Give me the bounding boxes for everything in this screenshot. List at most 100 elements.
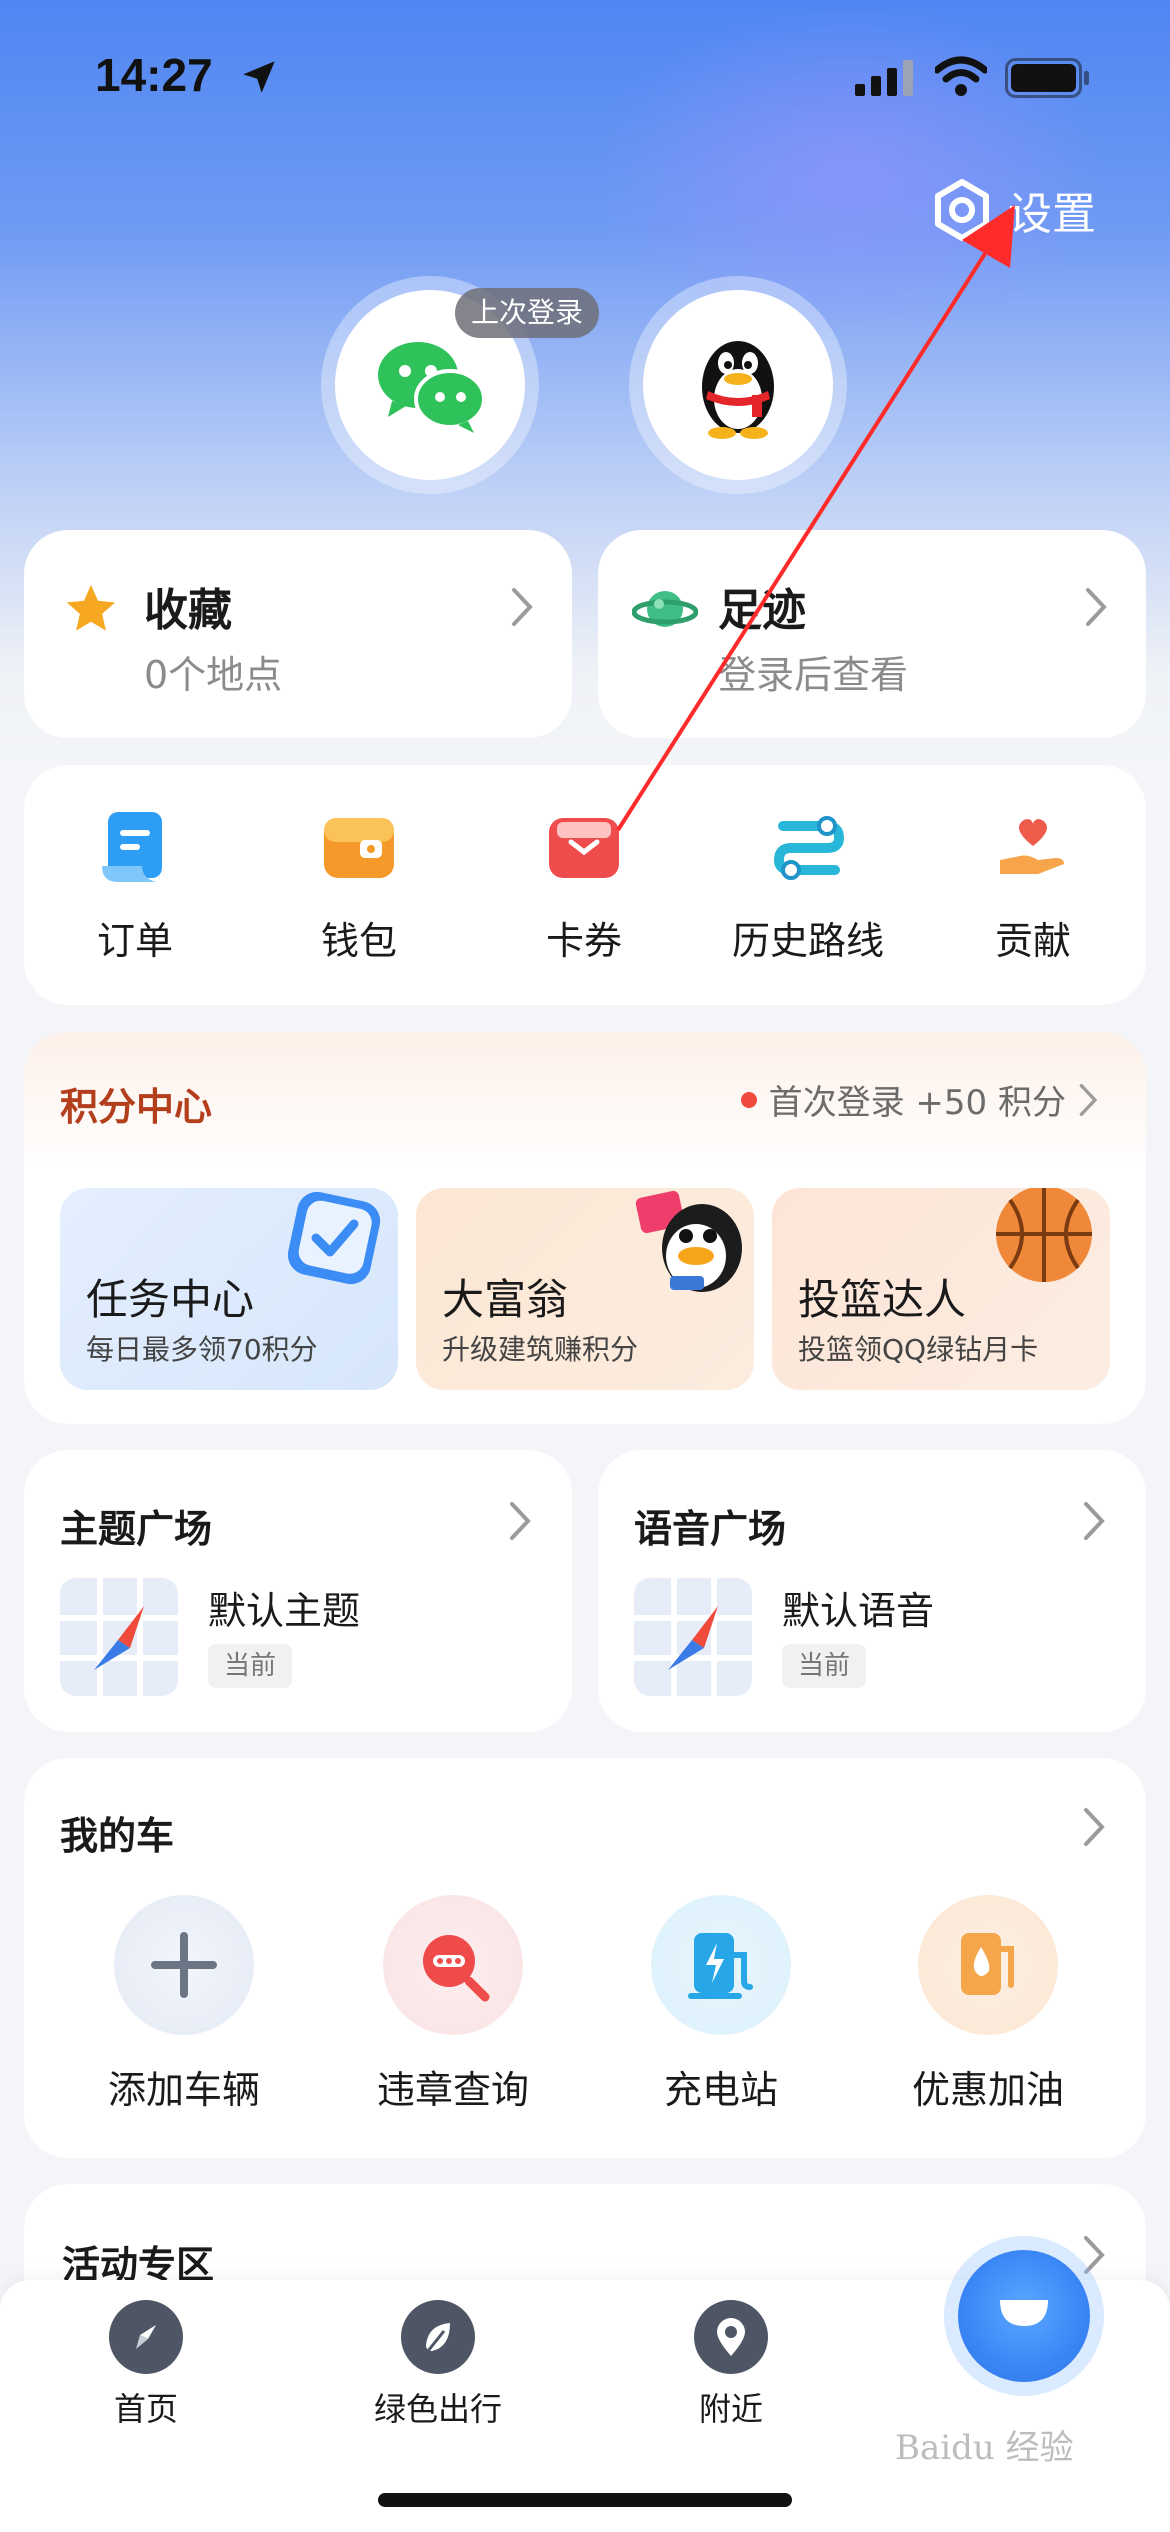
settings-button[interactable]: 设置 [930,175,1096,245]
tile-subtitle: 升级建筑赚积分 [442,1333,639,1366]
checkmark-badge-icon [287,1191,381,1285]
quick-action-coupon[interactable]: 卡券 [484,808,684,965]
chevron-right-icon [510,1502,531,1540]
quick-action-label: 钱包 [320,919,397,963]
wifi-icon [935,56,987,96]
tab-home[interactable]: 首页 [46,2300,246,2430]
car-item-label: 充电站 [663,2068,778,2112]
points-promo[interactable]: 首次登录 +50 积分 [740,1075,1100,1124]
current-tag: 当前 [208,1644,292,1688]
tile-subtitle: 投篮领QQ绿钻月卡 [798,1333,1039,1366]
contribute-icon [1000,819,1064,874]
monopoly-tile[interactable]: 大富翁 升级建筑赚积分 [416,1188,754,1390]
favorites-subtitle: 0个地点 [144,653,283,697]
footprint-title: 足迹 [718,585,806,636]
tile-subtitle: 每日最多领70积分 [86,1333,318,1366]
favorites-card[interactable]: 收藏 0个地点 [24,530,572,738]
wechat-icon [378,342,486,433]
planet-icon [632,591,698,627]
quick-action-label: 订单 [96,919,173,963]
baidu-watermark: Baidu 经验 [895,2428,1074,2468]
qq-penguin-icon [702,341,774,439]
tab-label: 首页 [113,2390,178,2428]
voice-assistant-button[interactable] [958,2250,1090,2382]
quick-action-label: 卡券 [545,919,622,963]
theme-thumbnail [60,1578,178,1696]
fuel-icon [961,1933,1014,1995]
leaf-icon-wrap [401,2300,475,2374]
footprint-subtitle: 登录后查看 [718,653,909,697]
car-item-label: 优惠加油 [911,2068,1064,2112]
task-center-tile[interactable]: 任务中心 每日最多领70积分 [60,1188,398,1390]
last-login-badge: 上次登录 [455,288,600,338]
charging-station-icon [688,1933,753,1999]
settings-label: 设置 [1008,189,1096,240]
leaf-icon [426,2323,450,2352]
home-indicator[interactable] [378,2493,792,2507]
theme-name: 默认主题 [208,1589,361,1633]
violation-circle [383,1895,523,2035]
quick-action-wallet[interactable]: 钱包 [259,808,459,965]
favorites-title: 收藏 [144,585,232,636]
my-car-title[interactable]: 我的车 [60,1805,174,1860]
chevron-right-icon [1084,1502,1105,1540]
battery-icon [1005,58,1089,98]
location-arrow-icon [243,61,275,93]
red-dot [740,1091,757,1108]
compass-needle-icon [634,1578,752,1696]
chevron-right-icon [1086,588,1107,626]
chevron-right-icon [512,588,533,626]
location-pin-icon [717,2318,745,2356]
tab-green-travel[interactable]: 绿色出行 [338,2300,538,2430]
tab-label: 附近 [698,2390,763,2428]
add-vehicle-circle [114,1895,254,2035]
quick-action-order[interactable]: 订单 [35,808,235,965]
fuel-discount-button[interactable]: 优惠加油 [868,1895,1108,2114]
footprint-card[interactable]: 足迹 登录后查看 [598,530,1146,738]
status-time: 14:27 [95,49,213,101]
points-center-title[interactable]: 积分中心 [60,1076,212,1131]
fuel-circle [918,1895,1058,2035]
order-icon [102,812,162,882]
status-bar: 14:27 [0,0,1170,150]
add-vehicle-button[interactable]: 添加车辆 [64,1895,304,2114]
chevron-right-icon [1079,1083,1098,1116]
theme-square-title: 主题广场 [60,1507,213,1551]
penguin-mascot-icon [635,1190,742,1292]
quick-action-label: 历史路线 [731,919,884,963]
route-history-icon [773,816,845,880]
charging-circle [651,1895,791,2035]
voice-square-title: 语音广场 [634,1507,787,1551]
car-item-label: 违章查询 [376,2068,529,2112]
location-pin-icon-wrap [694,2300,768,2374]
quick-action-route-history[interactable]: 历史路线 [708,808,908,965]
violation-search-button[interactable]: 违章查询 [333,1895,573,2114]
coupon-icon [549,818,619,878]
basketball-tile[interactable]: 投篮达人 投篮领QQ绿钻月卡 [772,1188,1110,1390]
voice-name: 默认语音 [782,1589,935,1633]
cellular-signal-icon [855,60,913,96]
smile-face-icon [1000,2300,1048,2326]
compass-needle-icon [60,1578,178,1696]
quick-action-label: 贡献 [994,919,1071,963]
tab-nearby[interactable]: 附近 [631,2300,831,2430]
chevron-right-icon[interactable] [1082,1806,1108,1848]
star-icon [66,584,116,631]
current-tag: 当前 [782,1644,866,1688]
settings-hex-icon [935,179,989,241]
voice-thumbnail [634,1578,752,1696]
qq-login-button[interactable] [643,290,833,480]
points-promo-text: 首次登录 +50 积分 [768,1083,1066,1123]
compass-icon-wrap [109,2300,183,2374]
tile-title: 大富翁 [442,1275,569,1324]
plus-icon [151,1932,217,1998]
basketball-icon [996,1188,1092,1282]
chevron-right-icon [1084,2236,1105,2274]
tab-label: 绿色出行 [373,2390,502,2428]
tile-title: 投篮达人 [798,1275,967,1324]
car-item-label: 添加车辆 [107,2068,260,2112]
wallet-icon [324,818,394,878]
violation-search-icon [423,1935,490,2002]
quick-action-contribute[interactable]: 贡献 [933,808,1133,965]
charging-station-button[interactable]: 充电站 [601,1895,841,2114]
